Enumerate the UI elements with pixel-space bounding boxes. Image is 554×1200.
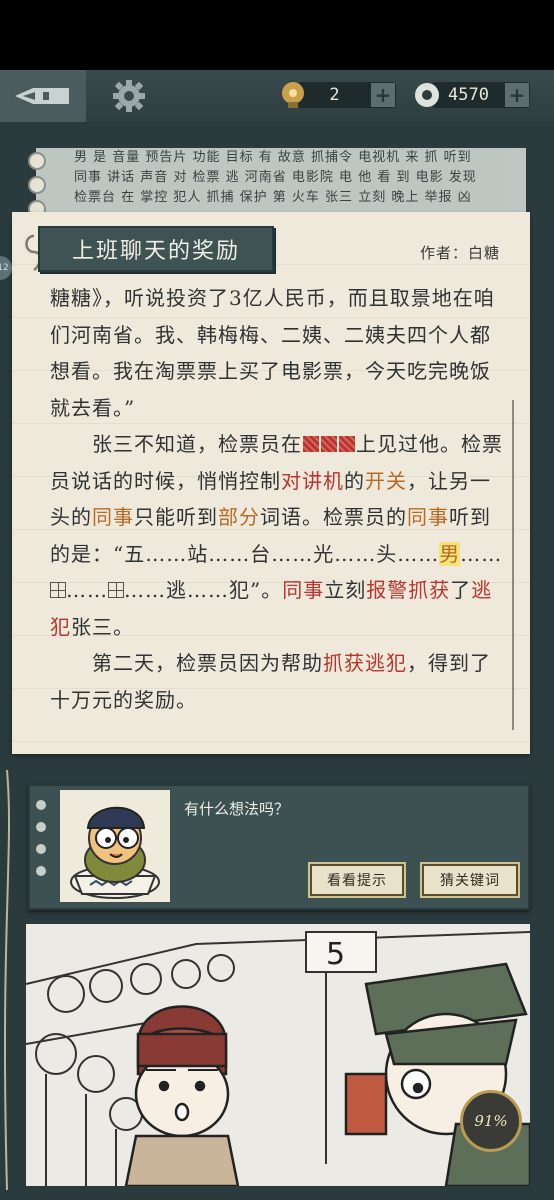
story-paragraph: 张三不知道，检票员在 上见过他。检票员说话的时候，悄悄控制对讲机的开关，让另一头的… xyxy=(50,432,503,639)
blank-box xyxy=(108,582,124,598)
pen-back-icon xyxy=(15,88,69,104)
coin-count: 4570 xyxy=(448,85,489,105)
story-author: 作者：白糖 xyxy=(420,244,501,262)
add-coin-button[interactable]: + xyxy=(505,83,529,107)
highlighted-keyword[interactable]: 男 xyxy=(439,541,461,566)
hidden-word-block xyxy=(321,436,337,452)
blank-box xyxy=(50,582,66,598)
keyword: 同事 xyxy=(407,505,449,529)
story-paragraph: 糖糖》，听说投资了3亿人民币，而且取景地在咱们河南省。我、韩梅梅、二姨、二姨夫四… xyxy=(50,286,495,420)
comic-sign-number: 5 xyxy=(326,937,345,972)
back-button[interactable] xyxy=(0,70,86,122)
add-hint-button[interactable]: + xyxy=(371,83,395,107)
dialog-holes xyxy=(36,800,46,888)
keyword: 报警抓获 xyxy=(366,578,451,602)
keyword: 抓获逃犯 xyxy=(323,651,407,675)
lightbulb-icon xyxy=(282,82,304,108)
hint-count: 2 xyxy=(329,85,340,105)
dialog-question: 有什么想法吗？ xyxy=(184,800,290,818)
word-line: 男 是 音量 预告片 功能 目标 有 故意 抓捕令 电视机 来 抓 听到 xyxy=(74,150,472,165)
string-decoration xyxy=(3,770,11,1190)
background-word-sheet: 男 是 音量 预告片 功能 目标 有 故意 抓捕令 电视机 来 抓 听到 同事 … xyxy=(36,148,526,216)
story-scrollbar[interactable] xyxy=(512,400,514,730)
story-title: 上班聊天的奖励 xyxy=(38,226,274,272)
keyword: 部分 xyxy=(218,505,260,529)
hidden-word-block xyxy=(339,436,355,452)
hint-counter: 2 + xyxy=(282,82,396,108)
comic-illustration: 5 xyxy=(26,924,530,1186)
keyword: 同事 xyxy=(282,578,325,602)
story-paragraph: 第二天，检票员因为帮助抓获逃犯，得到了十万元的奖励。 xyxy=(50,651,491,710)
settings-button[interactable] xyxy=(86,70,172,122)
keyword: 同事 xyxy=(92,505,134,529)
side-badge[interactable]: 12 xyxy=(0,256,12,280)
character-avatar xyxy=(60,790,170,902)
gear-icon xyxy=(113,80,145,112)
eye-coin-icon xyxy=(415,83,439,107)
hint-dialog: 有什么想法吗？ 看看提示 猜关键词 xyxy=(28,784,530,910)
progress-badge[interactable]: 91% xyxy=(460,1090,522,1152)
story-text: 糖糖》，听说投资了3亿人民币，而且取景地在咱们河南省。我、韩梅梅、二姨、二姨夫四… xyxy=(50,280,510,710)
view-hint-button[interactable]: 看看提示 xyxy=(308,862,406,898)
keyword: 开关 xyxy=(365,468,407,493)
coin-counter: 4570 + xyxy=(415,82,530,108)
word-line: 检票台 在 掌控 犯人 抓捕 保护 第 火车 张三 立刻 晚上 举报 凶 xyxy=(74,190,472,205)
comic-scene: 5 xyxy=(26,931,530,1186)
keyword: 对讲机 xyxy=(281,468,344,493)
word-line: 同事 讲话 声音 对 检票 逃 河南省 电影院 电 他 看 到 电影 发现 xyxy=(74,170,477,185)
hidden-word-block xyxy=(303,436,319,452)
guess-keyword-button[interactable]: 猜关键词 xyxy=(420,862,520,898)
status-bar-area xyxy=(0,0,554,70)
